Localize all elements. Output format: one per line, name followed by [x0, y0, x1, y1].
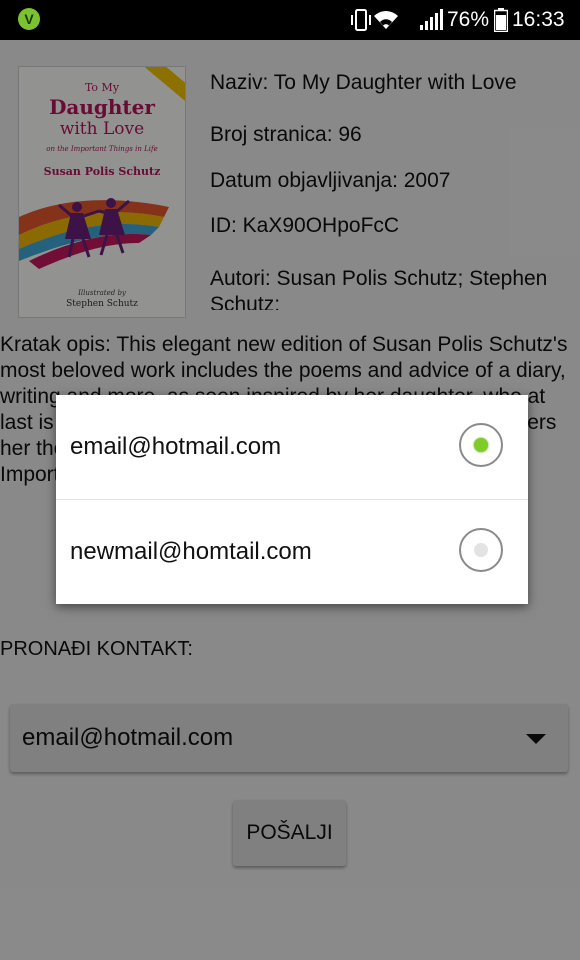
signal-icon	[420, 9, 443, 30]
battery-percent: 76%	[447, 8, 490, 31]
radio-button-unchecked[interactable]	[459, 528, 503, 572]
radio-dot	[474, 543, 488, 557]
email-option-2-label: newmail@homtail.com	[70, 538, 312, 565]
clock: 16:33	[512, 8, 565, 31]
status-bar: V 76% 16:33	[0, 0, 580, 40]
email-option-1[interactable]: email@hotmail.com	[56, 395, 528, 500]
radio-dot	[474, 438, 488, 452]
app-notification-letter: V	[24, 11, 34, 27]
app-notification-icon: V	[18, 8, 40, 30]
email-choice-dialog: email@hotmail.com newmail@homtail.com	[56, 395, 528, 604]
vibrate-icon	[351, 9, 371, 31]
battery-icon	[494, 8, 508, 32]
email-option-1-label: email@hotmail.com	[70, 433, 282, 460]
email-option-2[interactable]: newmail@homtail.com	[56, 500, 528, 604]
status-icons	[351, 9, 443, 31]
wifi-icon	[374, 11, 398, 29]
radio-button-checked[interactable]	[459, 423, 503, 467]
